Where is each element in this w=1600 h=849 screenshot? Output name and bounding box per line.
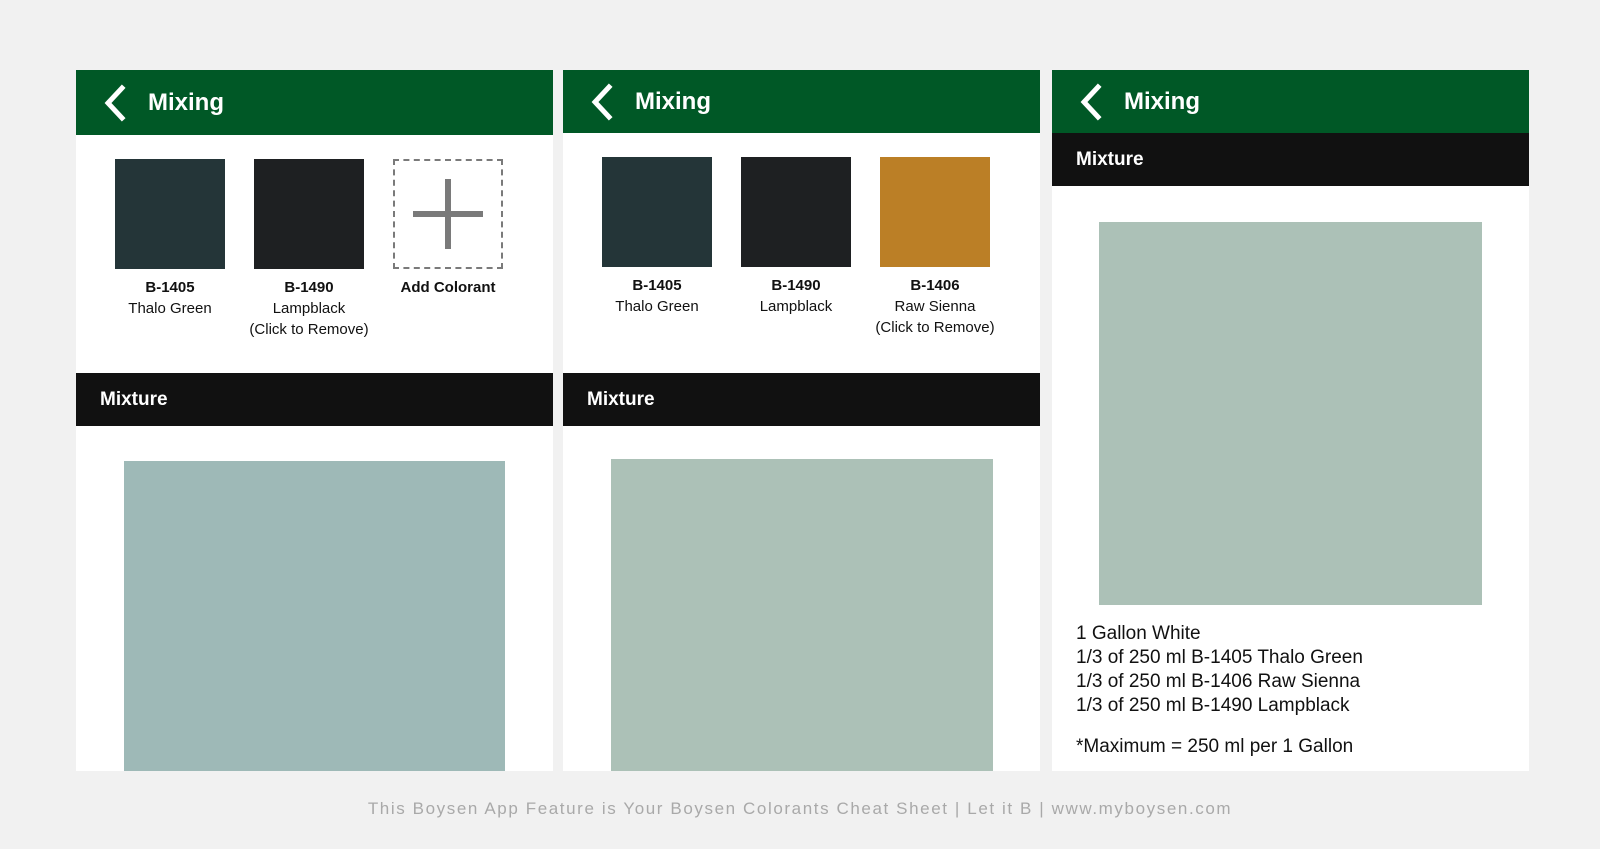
colorant-code: B-1406 — [910, 277, 960, 294]
colorant-list: B-1405 Thalo Green B-1490 Lampblack (Cli… — [76, 135, 553, 375]
mixture-header: Mixture — [563, 373, 1040, 426]
page-title: Mixing — [635, 87, 711, 115]
back-button[interactable] — [1076, 82, 1106, 122]
add-colorant-button[interactable]: Add Colorant — [378, 159, 518, 298]
chevron-left-icon — [1080, 82, 1102, 121]
back-button[interactable] — [587, 82, 617, 122]
colorant-swatch — [602, 157, 712, 267]
mixing-screen-1: Mixing B-1405 Thalo Green B-1490 Lampbla… — [76, 70, 553, 771]
mixture-swatch — [611, 459, 993, 771]
colorant-thalo-green[interactable]: B-1405 Thalo Green — [100, 159, 240, 319]
colorant-swatch — [880, 157, 990, 267]
colorant-lampblack[interactable]: B-1490 Lampblack — [726, 157, 866, 317]
app-bar: Mixing — [76, 70, 553, 135]
colorant-code: B-1405 — [145, 279, 195, 296]
page-title: Mixing — [1124, 87, 1200, 115]
remove-hint: (Click to Remove) — [249, 321, 369, 338]
recipe-line: 1/3 of 250 ml B-1405 Thalo Green — [1076, 647, 1363, 668]
colorant-swatch — [254, 159, 364, 269]
colorant-name: Thalo Green — [615, 298, 699, 315]
mixture-header: Mixture — [76, 373, 553, 426]
recipe-line: 1/3 of 250 ml B-1406 Raw Sienna — [1076, 671, 1361, 692]
add-colorant-label: Add Colorant — [400, 279, 496, 296]
footer-caption: This Boysen App Feature is Your Boysen C… — [367, 799, 1233, 818]
chevron-left-icon — [591, 82, 613, 121]
maximum-note: *Maximum = 250 ml per 1 Gallon — [1076, 736, 1354, 757]
chevron-left-icon — [104, 83, 126, 122]
back-button[interactable] — [100, 83, 130, 123]
page-title: Mixing — [148, 88, 224, 116]
app-bar: Mixing — [563, 70, 1040, 133]
colorant-name: Raw Sienna — [894, 298, 976, 315]
colorant-swatch — [115, 159, 225, 269]
section-label: Mixture — [1076, 148, 1144, 170]
colorant-thalo-green[interactable]: B-1405 Thalo Green — [587, 157, 727, 317]
recipe-line: 1 Gallon White — [1076, 623, 1201, 644]
mixture-swatch — [1099, 222, 1482, 605]
section-label: Mixture — [587, 388, 655, 410]
remove-hint: (Click to Remove) — [875, 319, 995, 336]
mixture-swatch — [124, 461, 505, 771]
mixture-recipe: 1 Gallon White 1/3 of 250 ml B-1405 Thal… — [1076, 622, 1363, 718]
colorant-name: Lampblack — [272, 300, 346, 317]
colorant-name: Lampblack — [759, 298, 833, 315]
section-label: Mixture — [100, 388, 168, 410]
colorant-code: B-1490 — [771, 277, 821, 294]
colorant-list: B-1405 Thalo Green B-1490 Lampblack B-14… — [563, 133, 1040, 373]
recipe-line: 1/3 of 250 ml B-1490 Lampblack — [1076, 695, 1350, 716]
colorant-raw-sienna[interactable]: B-1406 Raw Sienna (Click to Remove) — [865, 157, 1005, 338]
mixture-header: Mixture — [1052, 133, 1529, 186]
colorant-name: Thalo Green — [128, 300, 212, 317]
app-bar: Mixing — [1052, 70, 1529, 133]
plus-icon — [413, 179, 483, 249]
add-colorant-box — [393, 159, 503, 269]
colorant-swatch — [741, 157, 851, 267]
colorant-lampblack[interactable]: B-1490 Lampblack (Click to Remove) — [239, 159, 379, 340]
colorant-code: B-1405 — [632, 277, 682, 294]
colorant-code: B-1490 — [284, 279, 334, 296]
mixing-screen-2: Mixing B-1405 Thalo Green B-1490 Lampbla… — [563, 70, 1040, 771]
mixing-screen-3: Mixing Mixture 1 Gallon White 1/3 of 250… — [1052, 70, 1529, 771]
